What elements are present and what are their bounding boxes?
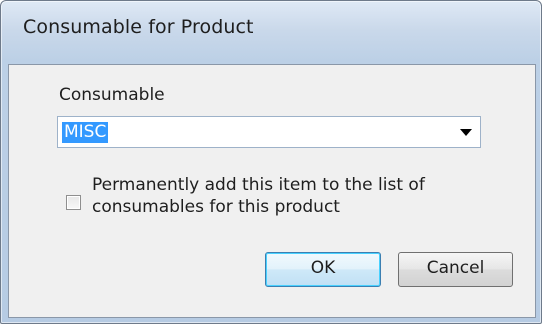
- consumable-dropdown[interactable]: MISC: [57, 116, 481, 148]
- dialog-window: Consumable for Product Consumable MISC P…: [0, 0, 542, 324]
- consumable-value[interactable]: MISC: [62, 122, 109, 143]
- title-bar[interactable]: Consumable for Product: [1, 1, 541, 63]
- consumable-label: Consumable: [59, 85, 165, 105]
- permanent-add-checkbox[interactable]: [66, 195, 81, 210]
- cancel-button[interactable]: Cancel: [398, 252, 513, 287]
- permanent-add-label[interactable]: Permanently add this item to the list of…: [92, 174, 472, 218]
- window-title: Consumable for Product: [23, 16, 254, 38]
- chevron-down-icon[interactable]: [460, 129, 472, 136]
- ok-button[interactable]: OK: [265, 252, 381, 287]
- dialog-body: Consumable MISC Permanently add this ite…: [8, 64, 536, 318]
